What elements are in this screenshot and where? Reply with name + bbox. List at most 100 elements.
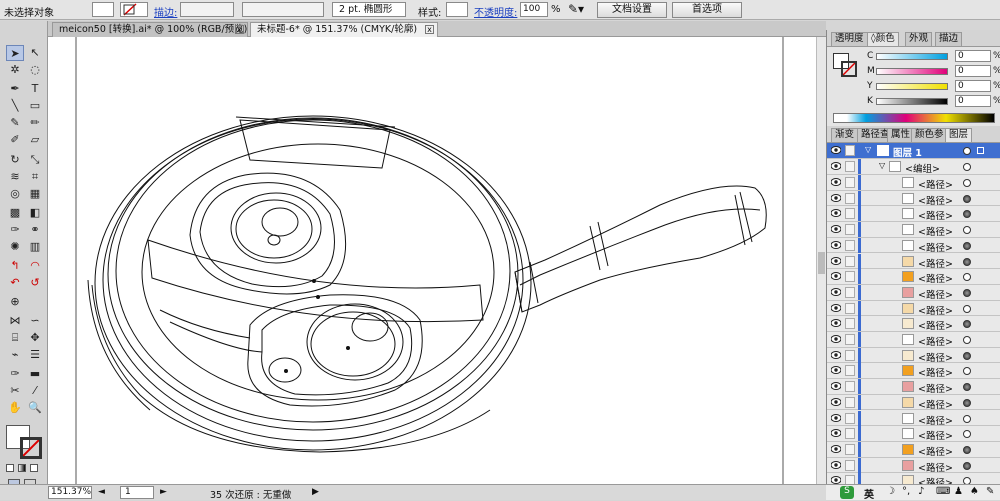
tab-gradient[interactable]: 渐变	[831, 128, 859, 142]
eye-icon[interactable]	[831, 444, 841, 453]
mesh-tool-icon[interactable]: ▩	[6, 205, 24, 221]
lock-toggle[interactable]	[845, 239, 855, 251]
target-icon[interactable]	[963, 398, 971, 407]
path-name[interactable]: <路径>	[918, 334, 953, 348]
artboard-next-icon[interactable]: ►	[160, 487, 167, 497]
line-tool-icon[interactable]: ╲	[6, 98, 24, 114]
target-icon[interactable]	[963, 163, 971, 171]
opacity-input[interactable]: 100	[520, 2, 548, 17]
opacity-label[interactable]: 不透明度:	[474, 4, 517, 19]
target-icon[interactable]	[963, 241, 971, 250]
path-row[interactable]: <路径>	[827, 379, 1000, 395]
slice-tool-icon[interactable]: ◠	[26, 258, 44, 274]
align-icon[interactable]: ☰	[26, 347, 44, 363]
recolor-icon[interactable]: ✎▾	[568, 2, 584, 16]
none-mode-icon[interactable]	[30, 464, 38, 472]
eye-icon[interactable]	[831, 178, 841, 186]
eye-icon[interactable]	[831, 366, 841, 375]
rotate-view-icon[interactable]: ↶	[6, 275, 24, 291]
lock-toggle[interactable]	[845, 271, 855, 283]
lock-toggle[interactable]	[845, 334, 855, 345]
path-row[interactable]: <路径>	[827, 237, 1000, 254]
path-row[interactable]: <路径>	[827, 410, 1000, 427]
black-slider[interactable]: K 0 %	[867, 95, 1000, 108]
close-icon[interactable]: x	[425, 25, 434, 34]
eye-icon[interactable]	[831, 460, 841, 469]
refresh-icon[interactable]: ↺	[26, 275, 44, 291]
black-ramp[interactable]	[876, 98, 948, 105]
path-name[interactable]: <路径>	[918, 287, 953, 301]
document-setup-button[interactable]: 文档设置	[597, 2, 667, 18]
path-row[interactable]: <路径>	[827, 426, 1000, 442]
path-name[interactable]: <路径>	[918, 240, 953, 254]
paintbrush-icon[interactable]: ✎	[6, 115, 24, 131]
path-row[interactable]: <路径>	[827, 284, 1000, 301]
target-icon[interactable]	[963, 273, 971, 282]
path-name[interactable]: <路径>	[918, 381, 953, 395]
envelope-icon[interactable]: ⋈	[6, 313, 24, 329]
scissors-icon[interactable]: ✂	[6, 383, 24, 399]
free-transform-icon[interactable]: ⌗	[26, 169, 44, 185]
path-row[interactable]: <路径>	[827, 222, 1000, 238]
lock-toggle[interactable]	[845, 349, 855, 361]
tab-meicon50[interactable]: meicon50 [转换].ai* @ 100% (RGB/预览) x	[52, 22, 248, 37]
cyan-input[interactable]: 0	[955, 50, 991, 62]
target-icon[interactable]	[963, 179, 971, 187]
scrollbar-thumb[interactable]	[818, 252, 825, 274]
type-tool-icon[interactable]: T	[26, 81, 44, 97]
path-row[interactable]: <路径>	[827, 441, 1000, 458]
color-mode-icon[interactable]	[6, 464, 14, 472]
eye-icon[interactable]	[831, 256, 841, 265]
target-icon[interactable]	[963, 210, 971, 219]
warp-icon[interactable]: ∽	[26, 313, 44, 329]
eye-icon[interactable]	[831, 272, 841, 281]
ime-language[interactable]: 英	[864, 486, 874, 501]
eye-icon[interactable]	[831, 287, 841, 296]
eye-icon[interactable]	[831, 350, 841, 359]
path-name[interactable]: <路径>	[918, 271, 953, 285]
path-name[interactable]: <路径>	[918, 177, 953, 191]
lock-toggle[interactable]	[845, 381, 855, 393]
target-icon[interactable]	[963, 257, 971, 266]
direct-selection-tool-icon[interactable]: ↖	[26, 45, 44, 61]
target-icon[interactable]	[963, 304, 971, 313]
black-input[interactable]: 0	[955, 95, 991, 107]
lock-toggle[interactable]	[845, 318, 855, 330]
path-name[interactable]: <路径>	[918, 256, 953, 270]
variable-width-dropdown[interactable]	[242, 2, 324, 17]
target-icon[interactable]	[963, 383, 971, 392]
eye-icon[interactable]	[831, 240, 841, 249]
zoom-tool-icon[interactable]: 🔍	[26, 400, 44, 416]
target-icon[interactable]	[963, 336, 971, 344]
path-row[interactable]: <路径>	[827, 175, 1000, 191]
tab-untitled-6[interactable]: 未标题-6* @ 151.37% (CMYK/轮廓) x	[250, 22, 438, 37]
artboard-nav-icon[interactable]: ◄	[98, 487, 105, 497]
layer-row-1[interactable]: ▽ 图层 1	[827, 143, 1000, 159]
eyedropper-2-icon[interactable]: ✑	[6, 366, 24, 382]
eye-icon[interactable]	[831, 162, 841, 170]
target-icon[interactable]	[963, 414, 971, 423]
fill-swatch[interactable]	[92, 2, 114, 17]
path-name[interactable]: <路径>	[918, 413, 953, 427]
target-icon[interactable]	[963, 194, 971, 203]
eraser-icon[interactable]: ▱	[26, 132, 44, 148]
hand-tool-icon[interactable]: ✋	[6, 400, 24, 416]
selection-tool-icon[interactable]: ➤	[6, 45, 24, 61]
tab-appearance[interactable]: 外观	[905, 32, 933, 46]
target-icon[interactable]	[963, 367, 971, 376]
lock-toggle[interactable]	[845, 443, 855, 455]
stroke-weight-dropdown[interactable]	[180, 2, 234, 17]
lock-toggle[interactable]	[845, 177, 855, 188]
eye-icon[interactable]	[831, 146, 841, 154]
eye-icon[interactable]	[831, 209, 841, 218]
lock-toggle[interactable]	[845, 428, 855, 440]
path-name[interactable]: <路径>	[918, 318, 953, 332]
symbol-icon[interactable]: ⊕	[6, 294, 24, 310]
color-spectrum[interactable]	[833, 113, 995, 123]
gradient-tool-icon[interactable]: ◧	[26, 205, 44, 221]
artboard-canvas[interactable]	[48, 37, 826, 484]
brush-definition-dropdown[interactable]: 2 pt. 椭圆形	[332, 2, 406, 17]
cyan-slider[interactable]: C 0 %	[867, 50, 1000, 63]
path-row[interactable]: <路径>	[827, 253, 1000, 270]
moon-icon[interactable]: ☽	[886, 486, 895, 497]
